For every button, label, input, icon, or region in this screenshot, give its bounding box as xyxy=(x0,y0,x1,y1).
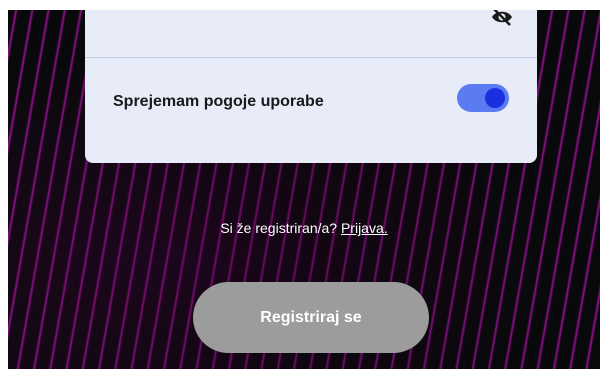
toggle-knob xyxy=(485,88,505,108)
background-frame: Sprejemam pogoje uporabe Si že registrir… xyxy=(8,10,600,369)
eye-off-icon[interactable] xyxy=(491,10,513,26)
login-link[interactable]: Prijava. xyxy=(341,220,388,236)
login-prompt: Si že registriran/a? Prijava. xyxy=(8,220,600,236)
login-prompt-text: Si že registriran/a? xyxy=(220,220,338,236)
register-button[interactable]: Registriraj se xyxy=(193,282,429,353)
registration-card: Sprejemam pogoje uporabe xyxy=(85,10,537,163)
divider xyxy=(85,57,537,58)
terms-label: Sprejemam pogoje uporabe xyxy=(113,93,324,110)
terms-toggle[interactable] xyxy=(457,84,509,112)
